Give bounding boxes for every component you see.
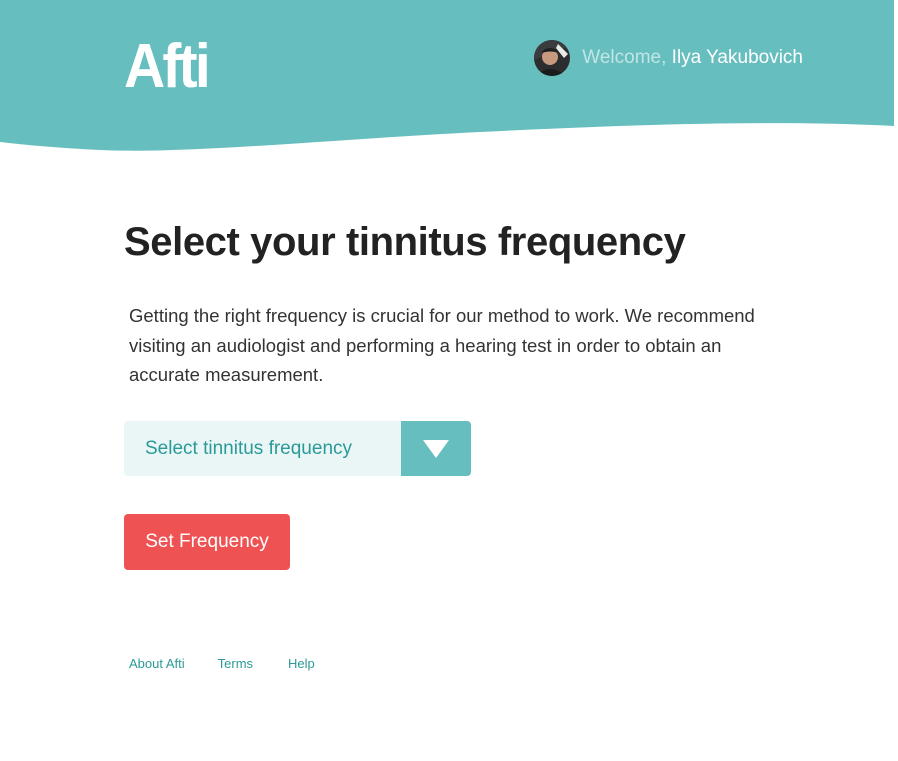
footer-link-help[interactable]: Help (288, 656, 315, 671)
welcome-prefix: Welcome, (582, 47, 667, 68)
user-info[interactable]: Welcome, Ilya Yakubovich (534, 40, 803, 76)
avatar[interactable] (534, 40, 571, 76)
app-logo[interactable]: Afti (124, 36, 211, 98)
page-description: Getting the right frequency is crucial f… (129, 305, 755, 385)
header: Afti Welcome, Ilya Yakubovich (0, 0, 898, 160)
footer-links: About Afti Terms Help (129, 656, 315, 671)
footer-link-about[interactable]: About Afti (129, 656, 185, 671)
user-name[interactable]: Ilya Yakubovich (672, 47, 803, 68)
set-frequency-button[interactable]: Set Frequency (124, 514, 290, 570)
dropdown-toggle-button[interactable] (401, 421, 471, 476)
page-title: Select your tinnitus frequency (124, 220, 686, 264)
frequency-select[interactable]: Select tinnitus frequency (124, 421, 471, 476)
footer-link-terms[interactable]: Terms (218, 656, 253, 671)
welcome-text: Welcome, Ilya Yakubovich (582, 47, 803, 69)
triangle-down-icon (423, 439, 449, 458)
page: Afti Welcome, Ilya Yakubovich Select you… (0, 0, 898, 761)
